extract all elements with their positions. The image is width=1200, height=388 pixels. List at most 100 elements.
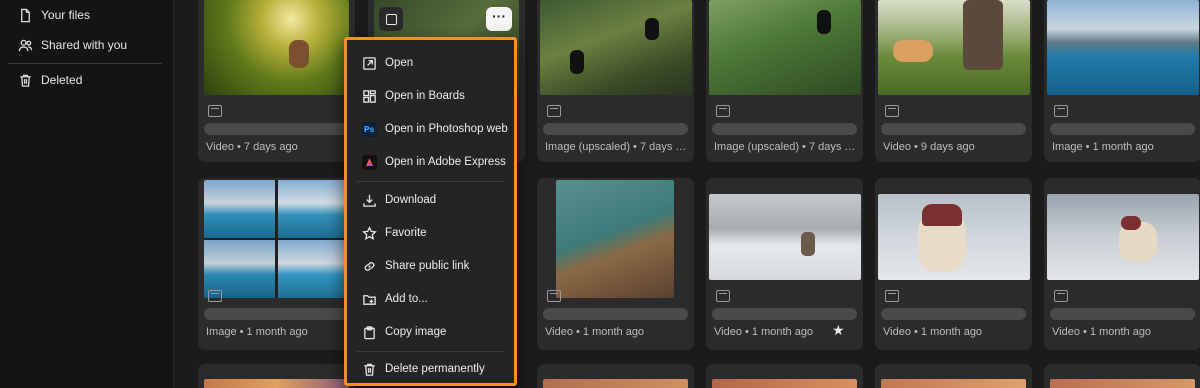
menu-item-delete-permanently[interactable]: Delete permanently <box>347 354 514 384</box>
thumbnail-sunset <box>1050 379 1195 388</box>
menu-item-label: Add to... <box>385 293 428 305</box>
star-icon <box>361 225 377 240</box>
download-icon <box>362 194 376 207</box>
link-icon <box>364 261 374 271</box>
asset-card[interactable]: Video • 7 days ago <box>198 0 355 162</box>
asset-meta: Image • 1 month ago <box>206 326 308 338</box>
menu-item-label: Share public link <box>385 260 470 272</box>
asset-name-placeholder <box>712 123 857 135</box>
sidebar-divider <box>8 63 162 64</box>
menu-item-label: Open in Photoshop web <box>385 123 508 135</box>
file-icon <box>21 8 30 22</box>
menu-item-share-public-link[interactable]: Share public link <box>347 251 514 281</box>
open-arrow-icon <box>362 56 376 70</box>
image-type-icon <box>716 105 730 117</box>
asset-name-placeholder <box>712 308 857 320</box>
sidebar-item-label: Shared with you <box>41 38 128 52</box>
menu-item-favorite[interactable]: Favorite <box>347 218 514 248</box>
image-type-icon <box>208 290 222 302</box>
image-type-icon <box>547 105 561 117</box>
asset-name-placeholder <box>204 123 349 135</box>
asset-card-partial[interactable] <box>537 364 694 388</box>
video-type-icon <box>885 105 899 117</box>
video-type-icon <box>1054 290 1068 302</box>
sidebar: Your files Shared with you Deleted <box>0 0 174 388</box>
thumbnail-sunset <box>881 379 1026 388</box>
adobe-express-icon <box>361 154 377 170</box>
thumbnail-toucans-on-branch <box>540 0 692 95</box>
asset-meta: Video • 7 days ago <box>206 141 298 153</box>
menu-item-copy-image[interactable]: Copy image <box>347 317 514 347</box>
image-type-icon <box>1054 105 1068 117</box>
asset-card[interactable]: Video • 1 month ago <box>1044 178 1200 350</box>
thumbnail-prayer-flags-lake <box>556 180 674 298</box>
asset-card[interactable]: Video • 1 month ago ★ <box>706 178 863 350</box>
sidebar-item-your-files[interactable]: Your files <box>0 0 162 30</box>
menu-item-label: Copy image <box>385 326 447 338</box>
asset-card[interactable]: Video • 9 days ago <box>875 0 1032 162</box>
asset-meta: Video • 1 month ago <box>545 326 645 338</box>
menu-item-label: Open <box>385 57 414 69</box>
thumbnail-sunset <box>204 379 349 388</box>
menu-item-label: Favorite <box>385 227 427 239</box>
asset-name-placeholder <box>1050 123 1195 135</box>
sidebar-item-deleted[interactable]: Deleted <box>0 65 162 95</box>
menu-item-download[interactable]: Download <box>347 185 514 215</box>
asset-card-partial[interactable] <box>706 364 863 388</box>
menu-item-label: Open in Adobe Express <box>385 156 506 168</box>
thumbnail-toucan-on-branch <box>709 0 861 95</box>
asset-card[interactable]: Video • 1 month ago <box>875 178 1032 350</box>
asset-name-placeholder <box>543 123 688 135</box>
asset-card[interactable]: Image • 1 month ago <box>1044 0 1200 162</box>
menu-divider <box>357 181 504 182</box>
more-options-button[interactable]: ··· <box>486 7 512 31</box>
asset-meta: Image (upscaled) • 7 days a... <box>714 141 859 153</box>
menu-item-add-to[interactable]: Add to... <box>347 284 514 314</box>
menu-item-open-in-boards[interactable]: Open in Boards <box>347 81 514 111</box>
clipboard-icon <box>363 325 375 339</box>
photoshop-icon: Ps <box>361 121 377 137</box>
menu-divider <box>357 351 504 352</box>
asset-meta: Video • 1 month ago <box>1052 326 1152 338</box>
menu-item-label: Download <box>385 194 437 206</box>
thumbnail-puppy-in-snow <box>709 194 861 280</box>
trash-icon <box>20 74 31 87</box>
asset-name-placeholder <box>881 308 1026 320</box>
video-type-icon <box>716 290 730 302</box>
menu-item-label: Delete permanently <box>385 363 485 375</box>
thumbnail-dog-in-park <box>204 0 349 95</box>
thumbnail-puppy-walking-snow <box>1047 194 1199 280</box>
asset-meta: Video • 1 month ago <box>883 326 983 338</box>
asset-card[interactable]: Image • 1 month ago <box>198 178 355 350</box>
boards-icon <box>362 89 376 103</box>
video-type-icon <box>547 290 561 302</box>
video-type-icon <box>208 105 222 117</box>
asset-card-partial[interactable] <box>875 364 1032 388</box>
thumbnail-sunset <box>712 379 857 388</box>
asset-card[interactable]: Video • 1 month ago <box>537 178 694 350</box>
video-type-icon <box>885 290 899 302</box>
favorite-star-icon[interactable]: ★ <box>832 322 845 339</box>
asset-name-placeholder <box>543 308 688 320</box>
asset-card[interactable]: Image (upscaled) • 7 days a... <box>706 0 863 162</box>
asset-card-partial[interactable] <box>1044 364 1200 388</box>
menu-item-open-in-photoshop[interactable]: Ps Open in Photoshop web <box>347 114 514 144</box>
asset-card[interactable]: Image (upscaled) • 7 days a... <box>537 0 694 162</box>
menu-item-open-in-adobe-express[interactable]: Open in Adobe Express <box>347 147 514 177</box>
checkbox-square-icon <box>385 13 397 25</box>
menu-item-open[interactable]: Open <box>347 48 514 78</box>
asset-meta: Video • 9 days ago <box>883 141 975 153</box>
asset-meta: Image (upscaled) • 7 days a... <box>545 141 690 153</box>
sidebar-item-label: Your files <box>41 8 90 22</box>
trash-icon <box>363 363 375 376</box>
menu-item-label: Open in Boards <box>385 90 465 102</box>
asset-meta: Image • 1 month ago <box>1052 141 1154 153</box>
context-menu: Open Open in Boards Ps Open in Photoshop… <box>344 37 517 386</box>
sidebar-item-shared[interactable]: Shared with you <box>0 30 162 60</box>
thumbnail-mountain-collage <box>204 180 349 298</box>
thumbnail-puppy-beanie-snow <box>878 194 1030 280</box>
thumbnail-mountain-lake <box>1047 0 1199 95</box>
folder-add-icon <box>362 294 376 305</box>
select-checkbox[interactable] <box>379 7 403 31</box>
asset-card-partial[interactable] <box>198 364 355 388</box>
